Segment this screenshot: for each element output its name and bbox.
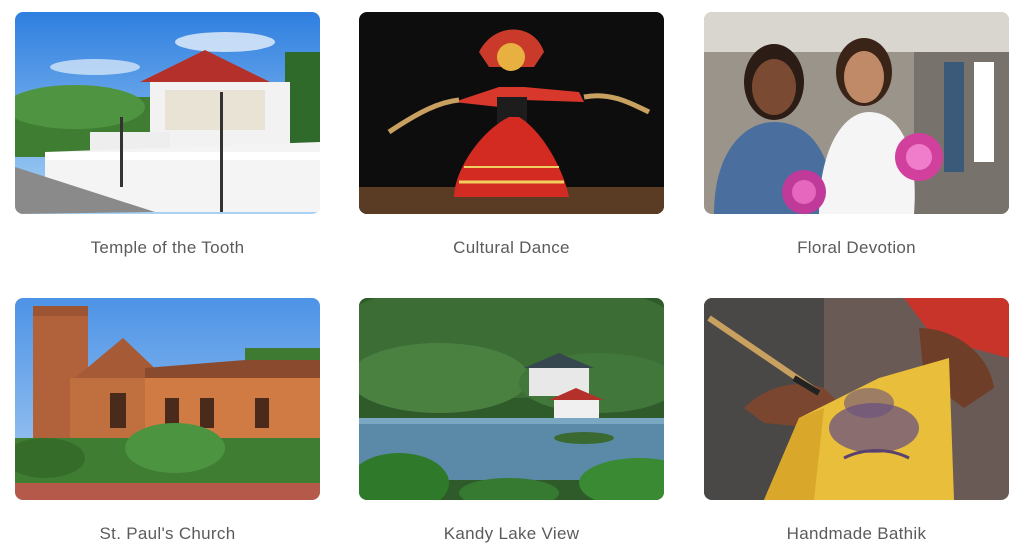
gallery-card-bathik[interactable]: Handmade Bathik [704, 298, 1009, 544]
caption-dance: Cultural Dance [453, 238, 570, 257]
flower-offering-photo[interactable] [704, 12, 1009, 214]
caption-bathik: Handmade Bathik [786, 524, 927, 543]
gallery-card-temple[interactable]: Temple of the Tooth [15, 12, 320, 258]
caption-church: St. Paul's Church [99, 524, 236, 543]
lake-photo[interactable] [359, 298, 664, 500]
gallery-card-dance[interactable]: Cultural Dance [359, 12, 664, 258]
temple-photo[interactable] [15, 12, 320, 214]
gallery-card-lake[interactable]: Kandy Lake View [359, 298, 664, 544]
dancer-photo[interactable] [359, 12, 664, 214]
caption-temple: Temple of the Tooth [90, 238, 245, 257]
church-photo[interactable] [15, 298, 320, 500]
photo-gallery: Temple of the Tooth Cultural Dance Flora… [0, 0, 1024, 556]
batik-photo[interactable] [704, 298, 1009, 500]
gallery-card-church[interactable]: St. Paul's Church [15, 298, 320, 544]
caption-lake: Kandy Lake View [443, 524, 580, 543]
caption-floral: Floral Devotion [797, 238, 916, 257]
gallery-card-floral[interactable]: Floral Devotion [704, 12, 1009, 258]
